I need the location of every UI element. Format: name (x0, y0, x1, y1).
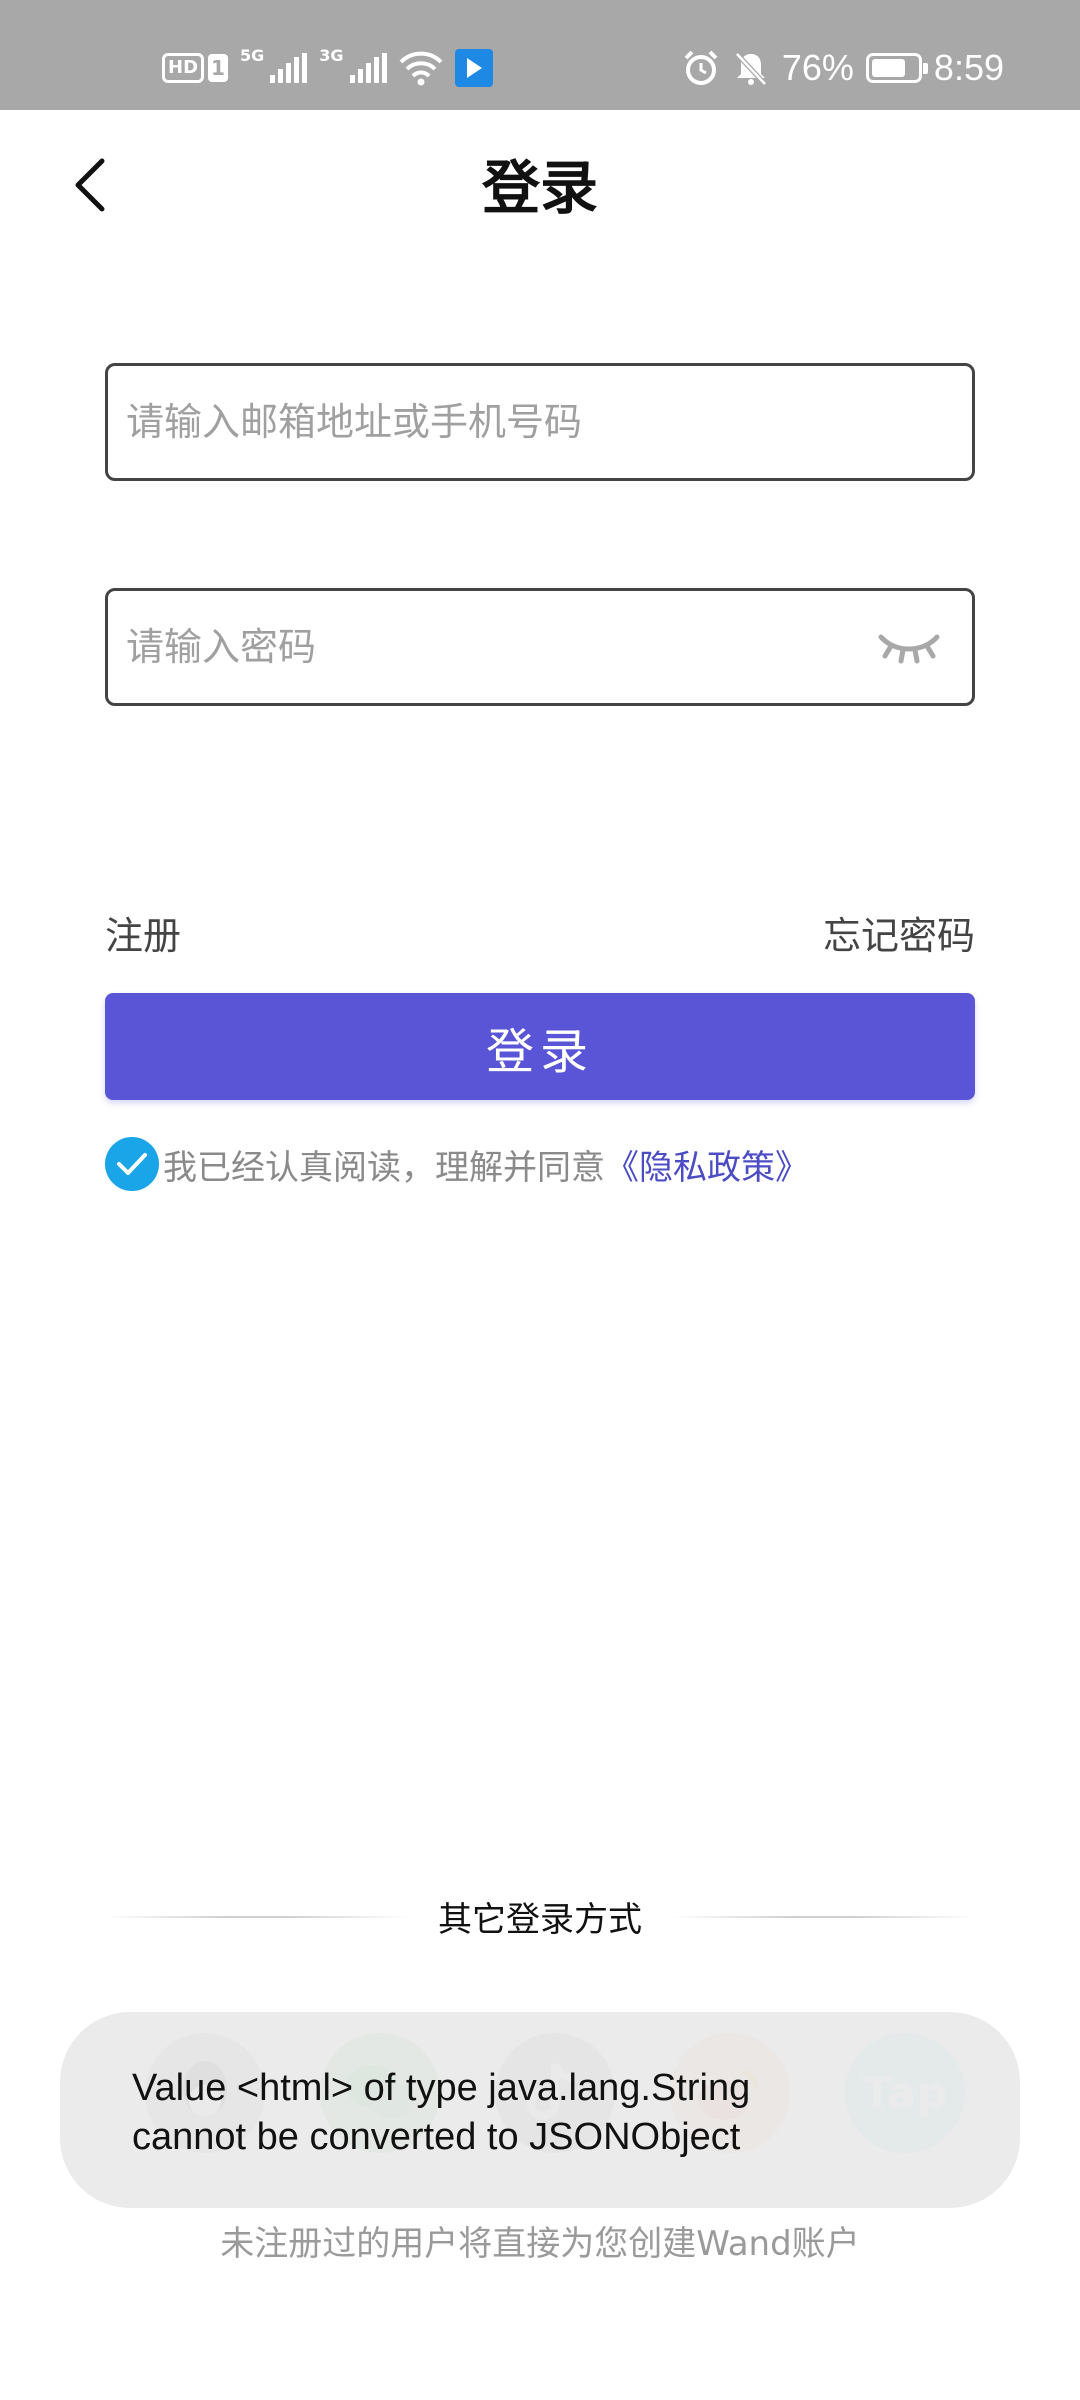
mute-icon (735, 52, 767, 86)
auth-links: 注册 忘记密码 (105, 905, 975, 960)
app-notification-icon (454, 49, 493, 87)
status-bar: HD 1 5G 3G 76% 8:59 (0, 0, 1080, 110)
status-right: 76% 8:59 (682, 40, 1004, 96)
other-login-divider: 其它登录方式 (105, 1892, 975, 1941)
network-label-1: 5G (240, 46, 265, 65)
clock: 8:59 (933, 47, 1004, 88)
footer-note: 未注册过的用户将直接为您创建Wand账户 (220, 2224, 860, 2264)
divider-line-left (105, 1915, 408, 1918)
account-field[interactable] (105, 363, 975, 481)
privacy-policy-link[interactable]: 《隐私政策》 (605, 1140, 809, 1189)
password-input[interactable] (124, 624, 874, 670)
check-icon (117, 1153, 147, 1175)
status-left: HD 1 5G 3G (162, 42, 493, 94)
wifi-icon (399, 51, 442, 86)
page-title: 登录 (481, 154, 598, 222)
toast-line-1: Value <html> of type java.lang.String (132, 2067, 751, 2109)
agreement-checkbox[interactable] (105, 1137, 159, 1191)
toast-line-2: cannot be converted to JSONObject (132, 2116, 741, 2158)
hd-badge: HD 1 (162, 53, 229, 83)
password-visibility-toggle[interactable] (874, 622, 944, 672)
account-input[interactable] (124, 399, 956, 445)
agreement-text: 我已经认真阅读，理解并同意 (163, 1147, 605, 1188)
forgot-password-link[interactable]: 忘记密码 (823, 905, 975, 960)
battery-fill (871, 59, 906, 77)
network-label-2: 3G (319, 46, 344, 65)
login-button[interactable]: 登录 (105, 993, 975, 1100)
other-login-title: 其它登录方式 (438, 1900, 642, 1940)
eye-closed-icon (878, 634, 940, 664)
password-field[interactable] (105, 588, 975, 706)
signal-icon (270, 53, 308, 83)
agreement-row: 我已经认真阅读，理解并同意 《隐私政策》 (105, 1137, 809, 1191)
hd-label: HD (162, 53, 205, 83)
register-link[interactable]: 注册 (105, 905, 181, 960)
alarm-icon (684, 50, 718, 85)
error-toast: Value <html> of type java.lang.String ca… (60, 2012, 1020, 2208)
battery-icon (865, 53, 928, 83)
battery-percent: 76% (781, 47, 854, 88)
signal-icon-2 (349, 53, 387, 83)
divider-line-right (672, 1915, 975, 1918)
sim-label: 1 (208, 54, 229, 82)
